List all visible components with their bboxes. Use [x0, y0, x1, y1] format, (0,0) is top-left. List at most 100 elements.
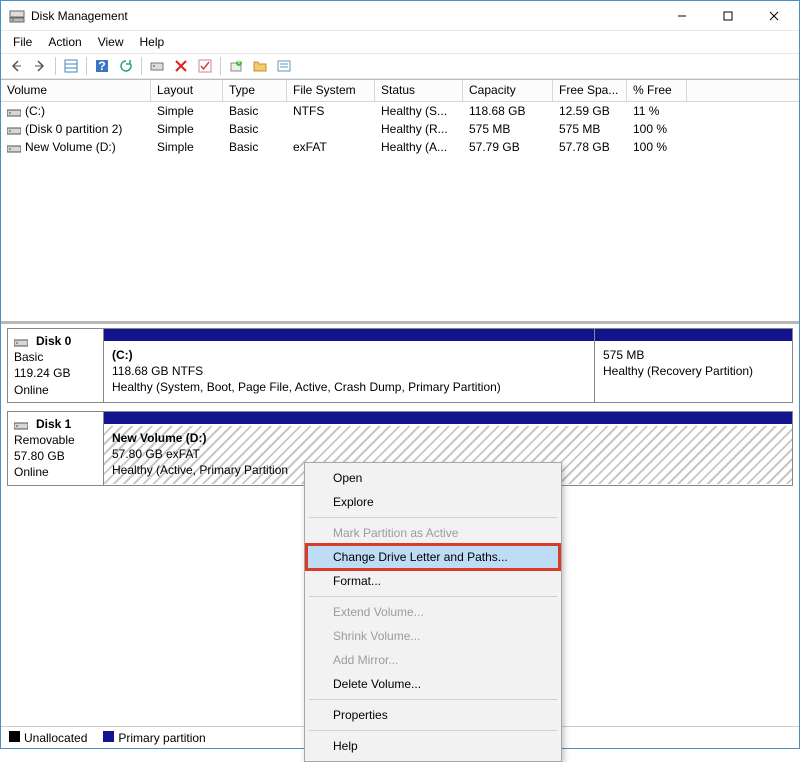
cell-free: 12.59 GB — [553, 103, 627, 119]
cell-fs: exFAT — [287, 139, 375, 155]
disk-name: Disk 0 — [36, 333, 71, 349]
menu-item[interactable]: Properties — [307, 703, 559, 727]
view-list-button[interactable] — [60, 55, 82, 77]
col-volume[interactable]: Volume — [1, 80, 151, 102]
col-filesystem[interactable]: File System — [287, 80, 375, 102]
table-row[interactable]: New Volume (D:) SimpleBasicexFATHealthy (… — [1, 138, 799, 156]
col-status[interactable]: Status — [375, 80, 463, 102]
cell-capacity: 57.79 GB — [463, 139, 553, 155]
partition-status: Healthy (Active, Primary Partition — [112, 463, 288, 477]
disk-size: 119.24 GB — [14, 366, 70, 380]
col-capacity[interactable]: Capacity — [463, 80, 553, 102]
drive-icon — [7, 107, 21, 117]
cell-layout: Simple — [151, 139, 223, 155]
cell-free: 575 MB — [553, 121, 627, 137]
menu-item[interactable]: Help — [307, 734, 559, 758]
table-row[interactable]: (C:)SimpleBasicNTFSHealthy (S...118.68 G… — [1, 102, 799, 120]
minimize-button[interactable] — [659, 1, 705, 31]
menu-help[interactable]: Help — [132, 33, 173, 51]
disk-kind: Removable — [14, 433, 75, 447]
drive-icon — [7, 143, 21, 153]
refresh-button[interactable] — [115, 55, 137, 77]
menu-item: Add Mirror... — [307, 648, 559, 672]
col-pctfree[interactable]: % Free — [627, 80, 687, 102]
menu-item[interactable]: Open — [307, 466, 559, 490]
check-button[interactable] — [194, 55, 216, 77]
partition-stripe — [595, 329, 792, 341]
volume-name: (Disk 0 partition 2) — [25, 122, 122, 136]
col-type[interactable]: Type — [223, 80, 287, 102]
menu-item[interactable]: Change Drive Letter and Paths... — [307, 545, 559, 569]
toolbar: ? + — [1, 53, 799, 79]
partition-status: Healthy (Recovery Partition) — [603, 364, 753, 378]
menu-item: Extend Volume... — [307, 600, 559, 624]
menu-item: Shrink Volume... — [307, 624, 559, 648]
cell-status: Healthy (R... — [375, 121, 463, 137]
menu-item[interactable]: Explore — [307, 490, 559, 514]
drive-icon — [14, 336, 28, 346]
volume-name: New Volume (D:) — [25, 140, 116, 154]
partition-status: Healthy (System, Boot, Page File, Active… — [112, 380, 501, 394]
properties-button[interactable] — [273, 55, 295, 77]
partition-size: 118.68 GB NTFS — [112, 364, 203, 378]
col-free[interactable]: Free Spa... — [553, 80, 627, 102]
cell-type: Basic — [223, 121, 287, 137]
cell-capacity: 575 MB — [463, 121, 553, 137]
cell-pct: 11 % — [627, 103, 687, 119]
menu-item[interactable]: Format... — [307, 569, 559, 593]
cell-fs: NTFS — [287, 103, 375, 119]
menu-item[interactable]: Delete Volume... — [307, 672, 559, 696]
back-button[interactable] — [5, 55, 27, 77]
context-menu: OpenExplore Mark Partition as ActiveChang… — [304, 462, 562, 762]
disk-size: 57.80 GB — [14, 449, 65, 463]
svg-text:?: ? — [98, 59, 105, 73]
delete-button[interactable] — [170, 55, 192, 77]
disk-block: Disk 0Basic 119.24 GB Online (C:) 118.68 GB … — [7, 328, 793, 403]
app-icon — [9, 8, 25, 24]
folder-button[interactable] — [249, 55, 271, 77]
disk-state: Online — [14, 465, 49, 479]
window-title: Disk Management — [31, 9, 659, 23]
svg-text:+: + — [235, 58, 242, 68]
cell-pct: 100 % — [627, 121, 687, 137]
menu-separator — [309, 596, 557, 597]
disk-label[interactable]: Disk 1Removable 57.80 GB Online — [8, 412, 104, 485]
cell-type: Basic — [223, 139, 287, 155]
disk-kind: Basic — [14, 350, 43, 364]
disk-name: Disk 1 — [36, 416, 71, 432]
forward-button[interactable] — [29, 55, 51, 77]
cell-status: Healthy (A... — [375, 139, 463, 155]
help-button[interactable]: ? — [91, 55, 113, 77]
menu-action[interactable]: Action — [40, 33, 89, 51]
partition-stripe — [104, 329, 594, 341]
menu-separator — [309, 517, 557, 518]
close-button[interactable] — [751, 1, 797, 31]
partition[interactable]: 575 MBHealthy (Recovery Partition) — [594, 329, 792, 402]
volume-list: Volume Layout Type File System Status Ca… — [1, 79, 799, 321]
disk-label[interactable]: Disk 0Basic 119.24 GB Online — [8, 329, 104, 402]
col-layout[interactable]: Layout — [151, 80, 223, 102]
cell-fs — [287, 128, 375, 130]
partition-title: (C:) — [112, 348, 133, 362]
menu-view[interactable]: View — [90, 33, 132, 51]
legend-unallocated: Unallocated — [24, 731, 87, 745]
menu-separator — [309, 730, 557, 731]
table-row[interactable]: (Disk 0 partition 2)SimpleBasicHealthy (… — [1, 120, 799, 138]
menubar: File Action View Help — [1, 31, 799, 53]
partition-title: New Volume (D:) — [112, 431, 206, 445]
partition[interactable]: (C:) 118.68 GB NTFS Healthy (System, Boot,… — [104, 329, 594, 402]
menu-file[interactable]: File — [5, 33, 40, 51]
menu-item: Mark Partition as Active — [307, 521, 559, 545]
cell-free: 57.78 GB — [553, 139, 627, 155]
new-button[interactable]: + — [225, 55, 247, 77]
maximize-button[interactable] — [705, 1, 751, 31]
disk-state: Online — [14, 383, 49, 397]
cell-pct: 100 % — [627, 139, 687, 155]
volume-list-header: Volume Layout Type File System Status Ca… — [1, 80, 799, 102]
cell-layout: Simple — [151, 103, 223, 119]
cell-status: Healthy (S... — [375, 103, 463, 119]
partition-size: 57.80 GB exFAT — [112, 447, 200, 461]
disk-button[interactable] — [146, 55, 168, 77]
cell-type: Basic — [223, 103, 287, 119]
partition-stripe — [104, 412, 792, 424]
